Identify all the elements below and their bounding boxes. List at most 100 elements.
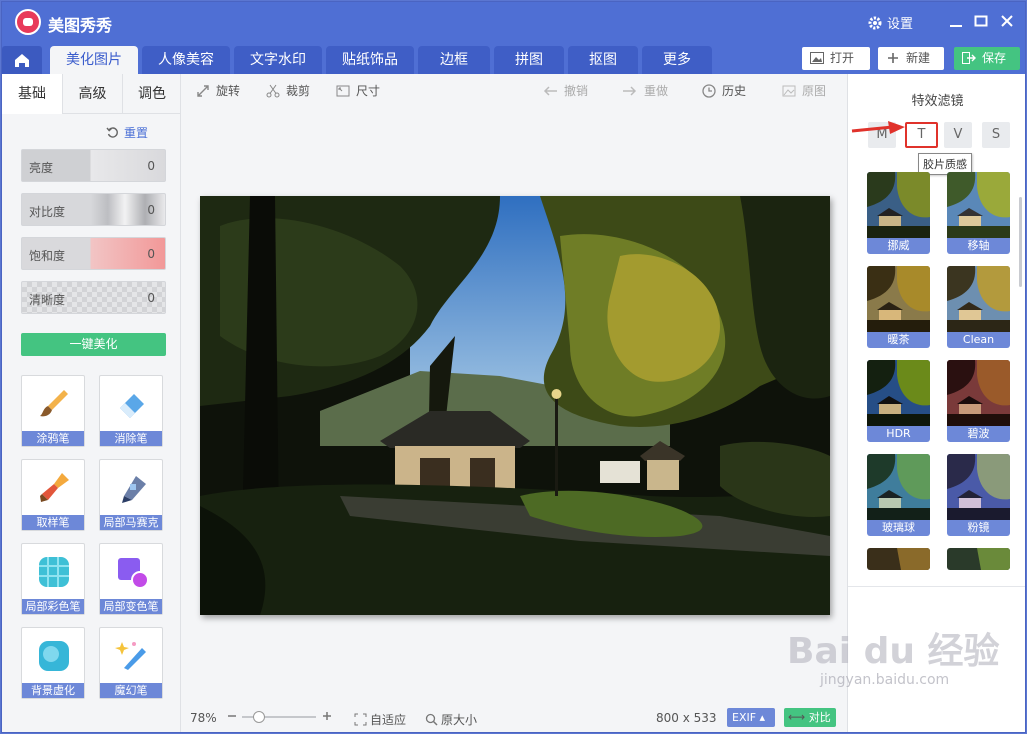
export-icon <box>962 52 976 64</box>
save-label: 保存 <box>982 51 1007 65</box>
filter-thumb[interactable]: 挪威 <box>867 172 930 254</box>
crop-button[interactable]: 裁剪 <box>266 82 310 99</box>
paint-brush-icon <box>40 473 69 502</box>
filter-thumb[interactable] <box>867 548 930 570</box>
baidu-watermark-url: jingyan.baidu.com <box>820 672 950 688</box>
maximize-button[interactable] <box>974 14 988 28</box>
zoom-in-button[interactable] <box>322 709 332 726</box>
tool-doodle-pen[interactable]: 涂鸦笔 <box>21 375 85 447</box>
new-label: 新建 <box>906 51 931 65</box>
filter-thumb[interactable]: 玻璃球 <box>867 454 930 536</box>
undo-label: 撤销 <box>564 84 589 98</box>
tab-portrait[interactable]: 人像美容 <box>142 46 230 74</box>
saturation-slider[interactable]: 饱和度 0 <box>21 237 166 270</box>
filter-label: 碧波 <box>947 426 1010 442</box>
filter-thumb[interactable]: Clean <box>947 266 1010 348</box>
eraser-icon <box>120 394 144 418</box>
undo-arrow-icon <box>543 85 557 96</box>
size-button[interactable]: 尺寸 <box>336 82 380 99</box>
plus-icon <box>888 53 898 63</box>
brightness-label: 亮度 <box>29 161 54 175</box>
tab-beautify[interactable]: 美化图片 <box>50 46 138 74</box>
filter-thumb[interactable]: HDR <box>867 360 930 442</box>
redo-button[interactable]: 重做 <box>622 82 668 99</box>
subtab-basic[interactable]: 基础 <box>2 74 62 114</box>
brightness-slider[interactable]: 亮度 0 <box>21 149 166 182</box>
tool-magic-pen[interactable]: 魔幻笔 <box>99 627 163 699</box>
filter-category-t[interactable]: T <box>905 122 938 148</box>
zoom-level: 78% <box>190 711 217 725</box>
original-button[interactable]: 原图 <box>782 82 826 99</box>
tool-label: 局部变色笔 <box>100 599 162 614</box>
fit-label: 自适应 <box>370 713 407 727</box>
filter-thumb[interactable]: 碧波 <box>947 360 1010 442</box>
home-icon <box>15 54 29 67</box>
tool-eraser-pen[interactable]: 消除笔 <box>99 375 163 447</box>
redo-label: 重做 <box>644 84 669 98</box>
picture-icon <box>782 85 796 96</box>
magnifier-icon <box>425 713 438 726</box>
new-button[interactable]: 新建 <box>878 47 944 70</box>
filter-category-s[interactable]: S <box>982 122 1010 148</box>
filter-thumb[interactable]: 粉镜 <box>947 454 1010 536</box>
sub-tab-bar: 基础 高级 调色 <box>2 74 181 114</box>
tool-local-recolor-pen[interactable]: 局部变色笔 <box>99 543 163 615</box>
zoom-out-button[interactable] <box>227 709 237 726</box>
tab-text-watermark[interactable]: 文字水印 <box>234 46 322 74</box>
filter-preview-image <box>867 266 930 332</box>
save-button[interactable]: 保存 <box>954 47 1020 70</box>
minimize-button[interactable] <box>949 14 963 28</box>
close-button[interactable] <box>1000 14 1014 28</box>
tool-label: 魔幻笔 <box>100 683 162 698</box>
open-label: 打开 <box>830 51 855 65</box>
filter-preview-image <box>867 454 930 520</box>
filter-preview-image <box>947 548 1010 570</box>
sharpness-slider[interactable]: 清晰度 0 <box>21 281 166 314</box>
tab-cutout[interactable]: 抠图 <box>568 46 638 74</box>
tool-sampler-pen[interactable]: 取样笔 <box>21 459 85 531</box>
crop-label: 裁剪 <box>286 84 311 98</box>
filter-label: 玻璃球 <box>867 520 930 536</box>
compare-button[interactable]: ⟷ 对比 <box>784 708 836 727</box>
open-button[interactable]: 打开 <box>802 47 870 70</box>
zoom-slider-handle[interactable] <box>253 711 265 723</box>
reset-button[interactable]: 重置 <box>106 124 148 141</box>
settings-label: 设置 <box>887 17 914 32</box>
exif-button[interactable]: EXIF ▴ <box>727 708 775 727</box>
filter-thumb[interactable]: 移轴 <box>947 172 1010 254</box>
tab-frame[interactable]: 边框 <box>418 46 490 74</box>
one-key-beautify-button[interactable]: 一键美化 <box>21 333 166 356</box>
history-button[interactable]: 历史 <box>702 82 746 99</box>
filter-label: 挪威 <box>867 238 930 254</box>
tab-collage[interactable]: 拼图 <box>494 46 564 74</box>
app-window: 美图秀秀 设置 美化图片 人像美容 文字水印 贴纸饰品 边框 拼图 抠图 更多 … <box>1 1 1026 733</box>
magic-wand-icon <box>115 642 146 670</box>
rotate-button[interactable]: 旋转 <box>196 82 240 99</box>
subtab-color[interactable]: 调色 <box>122 74 181 114</box>
tool-background-blur[interactable]: 背景虚化 <box>21 627 85 699</box>
filter-category-v[interactable]: V <box>944 122 972 148</box>
size-label: 尺寸 <box>356 84 381 98</box>
filter-preview-image <box>947 266 1010 332</box>
home-button[interactable] <box>2 46 42 74</box>
tool-local-color-pen[interactable]: 局部彩色笔 <box>21 543 85 615</box>
filter-panel-title: 特效滤镜 <box>911 94 964 109</box>
rotate-label: 旋转 <box>216 84 241 98</box>
filter-label: HDR <box>867 426 930 442</box>
undo-button[interactable]: 撤销 <box>542 82 588 99</box>
filter-scrollbar[interactable] <box>1019 197 1022 287</box>
contrast-slider[interactable]: 对比度 0 <box>21 193 166 226</box>
filter-thumb[interactable]: 暖茶 <box>867 266 930 348</box>
fit-button[interactable]: 自适应 <box>354 711 406 728</box>
settings-button[interactable]: 设置 <box>868 13 913 32</box>
filter-thumb[interactable] <box>947 548 1010 570</box>
tab-more[interactable]: 更多 <box>642 46 712 74</box>
sharpness-label: 清晰度 <box>29 293 66 307</box>
photo-preview[interactable] <box>200 196 830 615</box>
tab-stickers[interactable]: 贴纸饰品 <box>326 46 414 74</box>
subtab-advanced[interactable]: 高级 <box>62 74 122 114</box>
actual-size-button[interactable]: 原大小 <box>425 711 477 728</box>
redo-arrow-icon <box>623 85 637 96</box>
scissors-icon <box>266 84 280 97</box>
tool-mosaic-pen[interactable]: 局部马赛克 <box>99 459 163 531</box>
